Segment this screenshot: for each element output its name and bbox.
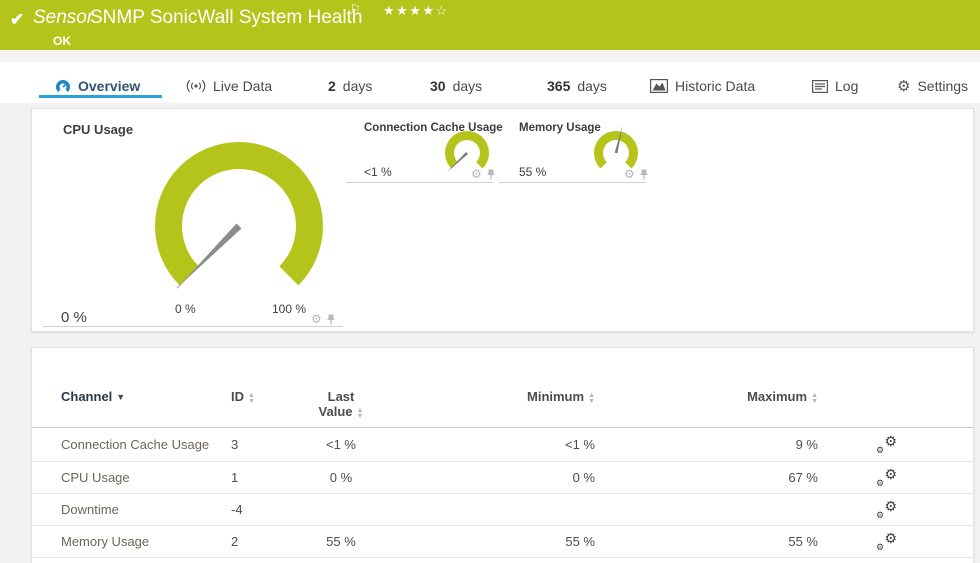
channel-name[interactable]: Downtime	[61, 502, 231, 517]
object-kind-label: Sensor	[33, 7, 93, 29]
memory-panel-actions: ⚙	[624, 168, 649, 180]
tab-2-days-label: days	[343, 78, 373, 94]
sort-icon: ▲▼	[357, 408, 364, 419]
table-row-cpu: CPU Usage 1 0 % 0 % 67 % ⚙⚙	[32, 462, 973, 494]
tab-historic-data-label: Historic Data	[675, 78, 755, 94]
tab-30-days[interactable]: 30 days	[430, 76, 482, 96]
gauge-title-cpu: CPU Usage	[63, 122, 133, 137]
broadcast-icon	[186, 79, 206, 93]
tab-2-days[interactable]: 2 days	[328, 76, 372, 96]
tab-overview-label: Overview	[78, 78, 140, 94]
gear-icon[interactable]: ⚙	[471, 168, 482, 180]
gear-icon[interactable]: ⚙	[311, 313, 322, 325]
channel-last-value: <1 %	[306, 437, 376, 452]
sensor-header: ✔ Sensor SNMP SonicWall System Health ⚐ …	[0, 0, 980, 50]
sensor-title: SNMP SonicWall System Health	[90, 7, 362, 29]
table-row-memory: Memory Usage 2 55 % 55 % 55 % ⚙⚙	[32, 526, 973, 558]
log-list-icon	[812, 80, 828, 93]
tab-365-days-label: days	[577, 78, 607, 94]
prtg-sensor-page: { "colors": { "brand_green": "#b5c41a", …	[0, 0, 980, 562]
channel-id: -4	[231, 502, 306, 517]
gear-icon[interactable]: ⚙	[624, 168, 635, 180]
channel-settings-icon[interactable]: ⚙⚙	[875, 469, 897, 487]
column-header-id[interactable]: ID▲▼	[231, 389, 306, 404]
tab-overview[interactable]: Overview	[55, 76, 140, 96]
channel-last-value: 55 %	[306, 534, 376, 549]
sort-icon: ▲▼	[248, 393, 255, 404]
tab-log-label: Log	[835, 78, 858, 94]
tab-30-days-label: days	[453, 78, 483, 94]
channel-name[interactable]: Memory Usage	[61, 534, 231, 549]
tab-live-data[interactable]: Live Data	[186, 76, 272, 96]
channel-id: 2	[231, 534, 306, 549]
stars-filled[interactable]: ★★★★	[383, 3, 436, 18]
memory-current-value: 55 %	[519, 165, 546, 179]
cpu-current-value: 0 %	[61, 309, 87, 326]
cpu-panel-actions: ⚙	[311, 313, 336, 325]
tab-live-data-label: Live Data	[213, 78, 272, 94]
tab-365-days-number: 365	[547, 78, 570, 94]
sensor-status-badge: OK	[53, 34, 71, 48]
gauges-card: CPU Usage x̄ 0 % 100 % 0 % ⚙ Connection …	[31, 108, 974, 332]
channel-maximum: 55 %	[595, 534, 818, 549]
channel-last-value: 0 %	[306, 470, 376, 485]
channel-settings-icon[interactable]: ⚙⚙	[875, 533, 897, 551]
channel-settings-icon[interactable]: ⚙⚙	[875, 436, 897, 454]
column-header-last-value[interactable]: Last Value▲▼	[306, 389, 376, 419]
tab-settings-label: Settings	[917, 78, 968, 94]
tab-log[interactable]: Log	[812, 76, 858, 96]
cpu-gauge-min-tick: 0 %	[175, 302, 196, 316]
connection-cache-panel-actions: ⚙	[471, 168, 496, 180]
tab-2-days-number: 2	[328, 78, 336, 94]
gear-icon: ⚙	[897, 77, 910, 95]
sort-icon: ▲▼	[588, 393, 595, 404]
pin-icon[interactable]	[326, 314, 336, 325]
cpu-gauge	[144, 134, 334, 302]
pin-icon[interactable]	[639, 169, 649, 180]
gauge-icon	[55, 78, 71, 94]
channel-id: 1	[231, 470, 306, 485]
column-header-channel[interactable]: Channel▼	[61, 389, 231, 405]
sort-icon: ▲▼	[811, 393, 818, 404]
tab-settings[interactable]: ⚙ Settings	[897, 76, 968, 96]
header-divider	[0, 50, 980, 62]
cpu-panel-underline	[43, 326, 343, 327]
channel-id: 3	[231, 437, 306, 452]
channel-settings-icon[interactable]: ⚙⚙	[875, 501, 897, 519]
priority-stars[interactable]: ★★★★☆	[383, 3, 449, 19]
channel-maximum: 9 %	[595, 437, 818, 452]
sort-desc-icon: ▼	[116, 392, 125, 402]
tab-historic-data[interactable]: Historic Data	[650, 76, 755, 96]
cpu-gauge-max-tick: 100 %	[272, 302, 306, 316]
channel-name[interactable]: Connection Cache Usage	[61, 437, 231, 452]
pin-icon[interactable]	[486, 169, 496, 180]
channel-name[interactable]: CPU Usage	[61, 470, 231, 485]
tab-30-days-number: 30	[430, 78, 446, 94]
status-ok-check-icon: ✔	[10, 10, 24, 30]
channels-card: Channel▼ ID▲▼ Last Value▲▼ Minimum▲▼ Max…	[31, 347, 974, 563]
memory-panel-underline	[499, 182, 646, 183]
connection-cache-panel-underline	[346, 182, 493, 183]
connection-cache-current-value: <1 %	[364, 165, 392, 179]
tab-365-days[interactable]: 365 days	[547, 76, 607, 96]
table-row-downtime: Downtime -4 ⚙⚙	[32, 494, 973, 526]
channel-maximum: 67 %	[595, 470, 818, 485]
flag-icon[interactable]: ⚐	[350, 2, 361, 16]
area-chart-icon	[650, 79, 668, 93]
channel-table-header: Channel▼ ID▲▼ Last Value▲▼ Minimum▲▼ Max…	[32, 348, 973, 428]
channel-minimum: 0 %	[376, 470, 595, 485]
channel-minimum: <1 %	[376, 437, 595, 452]
star-empty[interactable]: ☆	[436, 3, 449, 18]
channel-minimum: 55 %	[376, 534, 595, 549]
table-row-connection-cache: Connection Cache Usage 3 <1 % <1 % 9 % ⚙…	[32, 428, 973, 462]
active-tab-underline	[39, 95, 162, 98]
column-header-maximum[interactable]: Maximum▲▼	[595, 389, 818, 404]
column-header-minimum[interactable]: Minimum▲▼	[376, 389, 595, 404]
